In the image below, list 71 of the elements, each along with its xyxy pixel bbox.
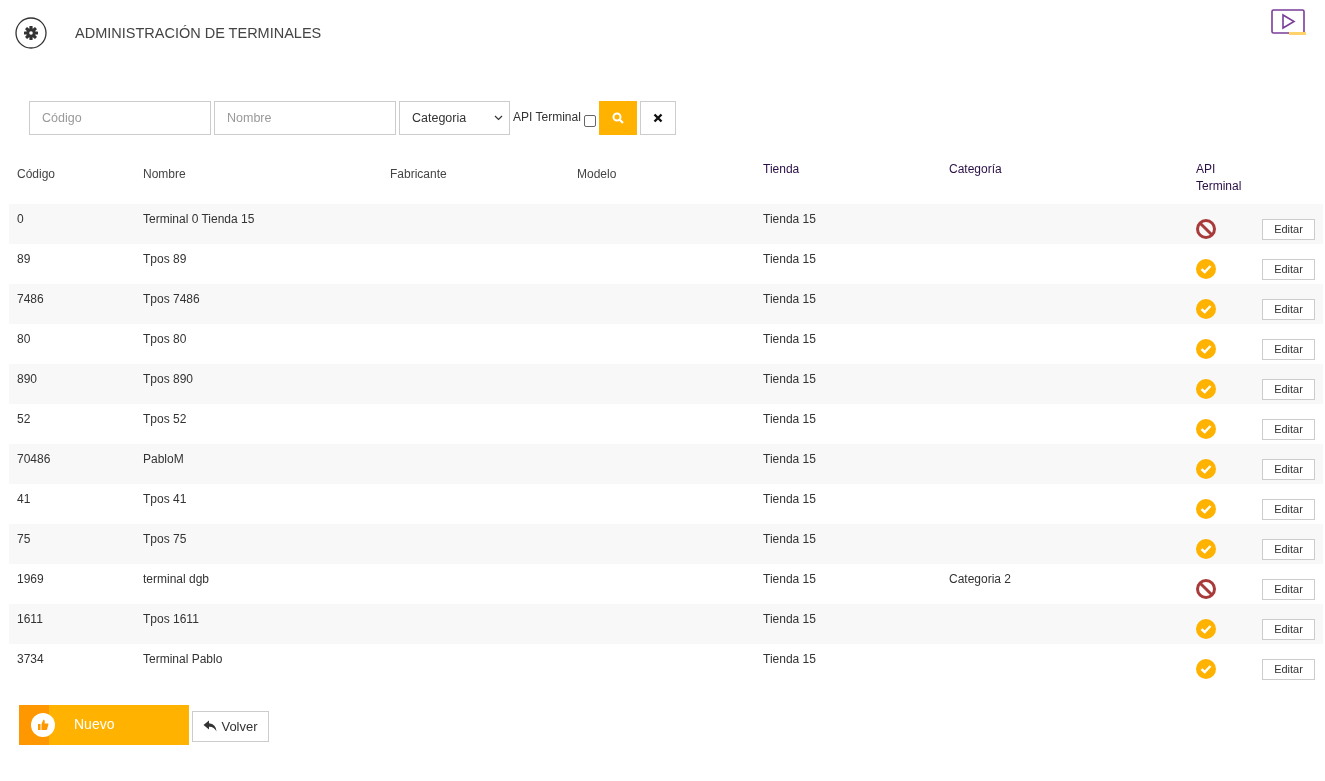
table-cell: Tienda 15	[763, 532, 816, 546]
table-cell: 80	[17, 332, 31, 346]
table-cell: Tienda 15	[763, 332, 816, 346]
table-cell: Terminal Pablo	[143, 652, 223, 666]
table-cell: Tienda 15	[763, 452, 816, 466]
table-cell: 52	[17, 412, 31, 426]
table-cell: 7486	[17, 292, 44, 306]
edit-button[interactable]: Editar	[1262, 458, 1315, 480]
table-cell: Tpos 52	[143, 412, 187, 426]
table-cell: Tpos 1611	[143, 612, 199, 626]
table-cell: 75	[17, 532, 31, 546]
edit-button[interactable]: Editar	[1262, 618, 1315, 640]
column-header: Nombre	[143, 166, 186, 183]
table-cell: Tpos 41	[143, 492, 187, 506]
page-title: ADMINISTRACIÓN DE TERMINALES	[75, 25, 323, 41]
table-cell: Tienda 15	[763, 372, 816, 386]
reply-arrow-icon	[203, 720, 218, 732]
table-cell: Tienda 15	[763, 572, 816, 586]
table-cell: Tpos 890	[143, 372, 194, 386]
edit-button[interactable]: Editar	[1262, 658, 1315, 680]
close-icon	[652, 113, 663, 123]
edit-button[interactable]: Editar	[1262, 298, 1315, 320]
api-terminal-checkbox[interactable]	[583, 115, 596, 127]
video-icon[interactable]	[1271, 9, 1307, 37]
edit-button[interactable]: Editar	[1262, 578, 1315, 600]
column-header: Modelo	[577, 166, 617, 183]
search-icon	[611, 112, 624, 124]
table-cell: 1611	[17, 612, 43, 626]
table-cell: PabloM	[143, 452, 184, 466]
column-header: Fabricante	[390, 166, 447, 183]
table-cell: 0	[17, 212, 24, 226]
table-cell: Tienda 15	[763, 492, 816, 506]
column-header[interactable]: API Terminal	[1196, 161, 1246, 195]
column-header: Código	[17, 166, 56, 183]
clear-button[interactable]	[639, 101, 676, 135]
table-cell: Tienda 15	[763, 252, 816, 266]
chevron-down-icon	[494, 115, 503, 121]
table-cell: Tpos 89	[143, 252, 187, 266]
column-header[interactable]: Categoría	[949, 161, 1002, 178]
table-cell: Terminal 0 Tienda 15	[143, 212, 255, 226]
table-cell: Tpos 80	[143, 332, 187, 346]
table-cell: Tienda 15	[763, 612, 816, 626]
edit-button[interactable]: Editar	[1262, 258, 1315, 280]
table-cell: 41	[17, 492, 31, 506]
table-cell: 3734	[17, 652, 44, 666]
table-cell: terminal dgb	[143, 572, 210, 586]
api-terminal-label: API Terminal	[513, 110, 581, 124]
table-cell: 890	[17, 372, 38, 386]
table-cell: Categoria 2	[949, 572, 1012, 586]
edit-button[interactable]: Editar	[1262, 418, 1315, 440]
thumbs-up-icon	[31, 713, 55, 737]
column-header[interactable]: Tienda	[763, 161, 800, 178]
table-cell: Tienda 15	[763, 412, 816, 426]
edit-button[interactable]: Editar	[1262, 378, 1315, 400]
table-cell: Tienda 15	[763, 212, 816, 226]
edit-button[interactable]: Editar	[1262, 218, 1315, 240]
table-cell: 1969	[17, 572, 44, 586]
name-field[interactable]: Nombre	[214, 101, 396, 135]
edit-button[interactable]: Editar	[1262, 338, 1315, 360]
table-cell: Tienda 15	[763, 292, 816, 306]
table-cell: Tpos 75	[143, 532, 187, 546]
table-cell: Tienda 15	[763, 652, 816, 666]
table-cell: 89	[17, 252, 31, 266]
category-dropdown[interactable]: Categoria	[399, 101, 510, 135]
table-cell: 70486	[17, 452, 51, 466]
edit-button[interactable]: Editar	[1262, 538, 1315, 560]
code-field[interactable]: Código	[29, 101, 211, 135]
settings-icon[interactable]	[15, 17, 47, 49]
table-cell: Tpos 7486	[143, 292, 200, 306]
edit-button[interactable]: Editar	[1262, 498, 1315, 520]
back-button[interactable]: Volver	[192, 710, 269, 742]
